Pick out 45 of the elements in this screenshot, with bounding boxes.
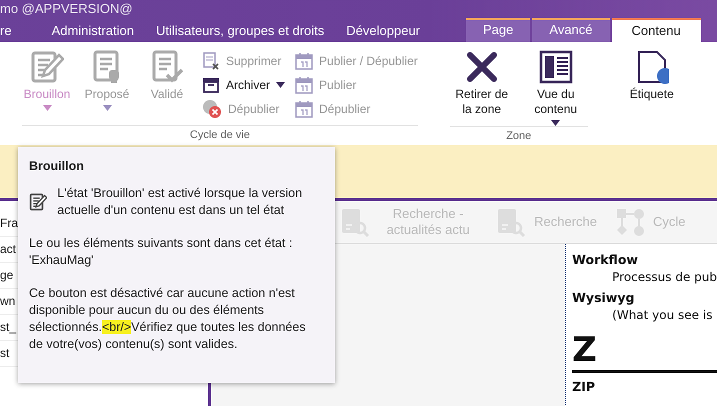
ribbon-button[interactable]: Étiquete	[620, 50, 684, 145]
calendar-icon	[295, 100, 314, 118]
glossary-term: Workflow	[572, 252, 639, 267]
tooltip-text: Ce bouton est désactivé car aucune action n'est disponible pour aucun du ou des éléments sélectionnés.<br/>Vérifiez que toutes les données de votre(vos) contenu(s) sont valides.	[29, 285, 307, 353]
document-check-icon	[150, 50, 184, 84]
sidebar-item[interactable]: wn	[0, 294, 16, 308]
sidebar-item[interactable]: ge	[0, 268, 14, 282]
glossary-definition: (What you see is	[611, 308, 714, 322]
section-letter: Z	[572, 330, 717, 373]
ribbon-button[interactable]: Archiver	[202, 76, 286, 94]
document-x-icon	[202, 52, 220, 70]
caret-icon	[102, 105, 112, 111]
caret-icon	[42, 105, 52, 111]
ribbon-button[interactable]: Retirer de la zone	[450, 50, 514, 126]
tooltip-title: Brouillon	[29, 158, 85, 175]
flowchart-icon	[615, 207, 646, 237]
caret-icon	[276, 82, 286, 88]
ribbon-button[interactable]: Vue du contenu	[524, 50, 588, 126]
panel-layout-icon	[538, 50, 573, 84]
calendar-icon	[295, 52, 314, 70]
menu-item[interactable]: re	[0, 23, 52, 42]
glossary-term: Wysiwyg	[572, 290, 636, 305]
x-mark-icon	[464, 50, 499, 84]
archive-box-icon	[202, 76, 220, 94]
sidebar-item[interactable]: st_	[0, 320, 16, 334]
pencil-document-icon	[30, 50, 64, 84]
window-title: mo @APPVERSION@	[0, 0, 134, 18]
menu-item[interactable]: Développeur	[346, 23, 442, 42]
sidebar-item[interactable]: st	[0, 346, 10, 360]
glossary-definition: Processus de pub	[611, 270, 717, 284]
tooltip-description: L'état 'Brouillon' est activé lorsque la version actuelle d'un contenu est dans un tel état	[57, 185, 304, 219]
calendar-icon	[295, 76, 314, 94]
glossary-term: ZIP	[572, 379, 596, 394]
ribbon-tab[interactable]: Avancé	[532, 18, 610, 42]
document-search-icon	[496, 207, 526, 237]
ribbon-tab[interactable]: Contenu	[612, 18, 701, 42]
sidebar-item[interactable]: Fra	[0, 216, 18, 230]
sidebar-item[interactable]: act	[0, 242, 16, 256]
tooltip-text: Le ou les éléments suivants sont dans cet état : 'ExhauMag'	[29, 235, 294, 269]
menu-item[interactable]: Administration	[52, 23, 156, 42]
document-search-icon	[340, 207, 370, 237]
ribbon-tab[interactable]: Page	[466, 18, 530, 42]
globe-cancel-icon	[202, 99, 222, 119]
menu-item[interactable]: Utilisateurs, groupes et droits	[156, 23, 346, 42]
caret-icon	[551, 120, 560, 126]
